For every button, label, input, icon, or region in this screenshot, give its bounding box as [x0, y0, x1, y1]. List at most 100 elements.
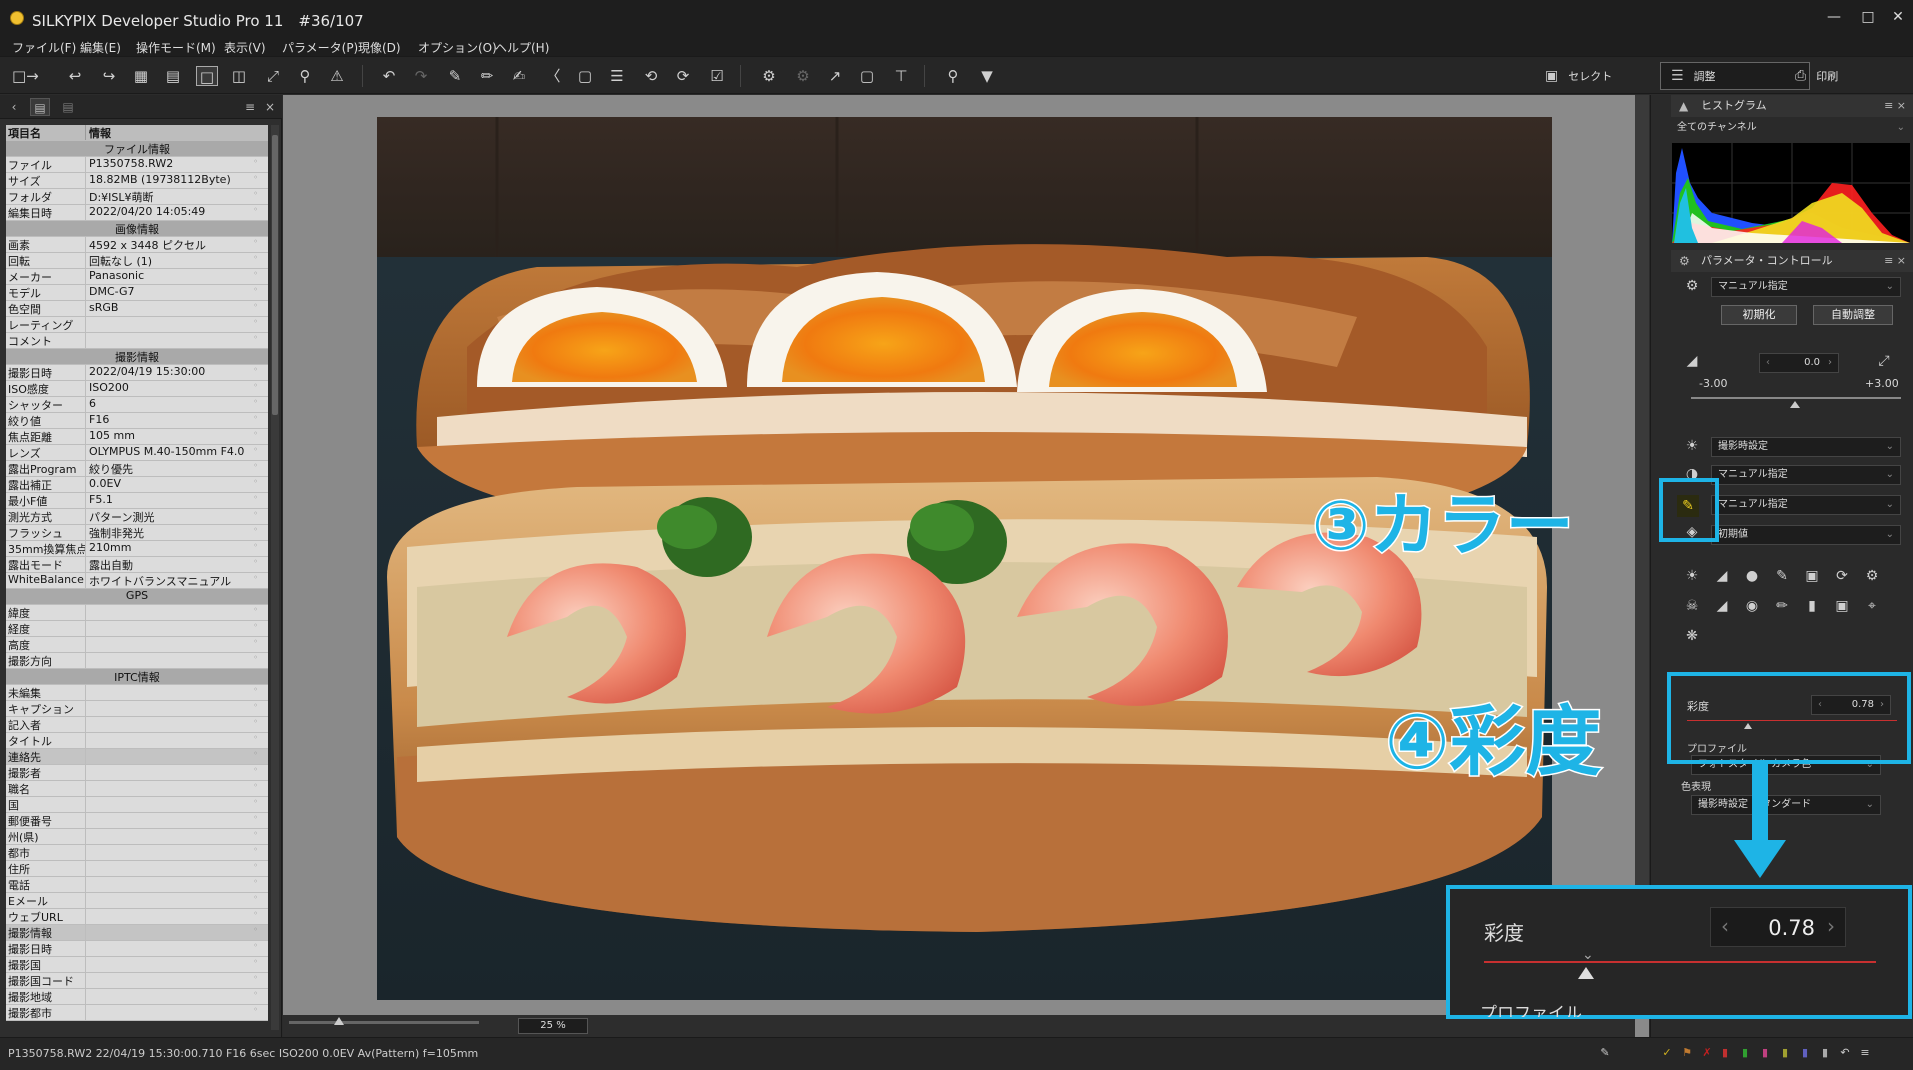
white-balance-icon[interactable]: ☀: [1681, 435, 1703, 457]
panel-menu-icon[interactable]: ≡: [240, 98, 260, 116]
info-table-row[interactable]: 国 ◦: [6, 797, 268, 813]
info-table-row[interactable]: レンズ OLYMPUS M.40-150mm F4.0 ◦: [6, 445, 268, 461]
rotate-left-icon[interactable]: ⟲: [640, 66, 662, 86]
monitor-icon[interactable]: ▢: [856, 66, 878, 86]
filter-icon[interactable]: ▼: [976, 66, 998, 86]
info-table-row[interactable]: メーカー Panasonic ◦: [6, 269, 268, 285]
info-table-row[interactable]: コメント ◦: [6, 333, 268, 349]
eraser-icon[interactable]: 〈: [542, 66, 564, 86]
info-table-row[interactable]: タイトル ◦: [6, 733, 268, 749]
info-table-row[interactable]: 職名 ◦: [6, 781, 268, 797]
menu-develop[interactable]: 現像(D): [358, 39, 401, 56]
edit-field-icon[interactable]: ◦: [253, 637, 258, 646]
tool-spot-icon[interactable]: ▣: [1831, 595, 1853, 617]
info-table-row[interactable]: 緯度 ◦: [6, 605, 268, 621]
edit-field-icon[interactable]: ◦: [253, 413, 258, 422]
edit-field-icon[interactable]: ◦: [253, 621, 258, 630]
batch-develop-icon[interactable]: ⚙: [792, 66, 814, 86]
stamp-icon[interactable]: ⊤: [890, 66, 912, 86]
info-table-row[interactable]: シャッター 6 ◦: [6, 397, 268, 413]
edit-field-icon[interactable]: ◦: [253, 253, 258, 262]
edit-field-icon[interactable]: ◦: [253, 605, 258, 614]
info-table-row[interactable]: 住所 ◦: [6, 861, 268, 877]
viewer-vertical-scrollbar[interactable]: [1635, 95, 1649, 1015]
edit-field-icon[interactable]: ◦: [253, 557, 258, 566]
tool-crop-icon[interactable]: ⌖: [1861, 595, 1883, 617]
edit-field-icon[interactable]: ◦: [253, 525, 258, 534]
preset-select[interactable]: マニュアル指定 ⌄: [1711, 277, 1901, 297]
info-table-row[interactable]: フラッシュ 強制非発光 ◦: [6, 525, 268, 541]
tool-fill-icon[interactable]: ☠: [1681, 595, 1703, 617]
info-table-row[interactable]: 絞り値 F16 ◦: [6, 413, 268, 429]
label-purple-icon[interactable]: ▮: [1798, 1046, 1812, 1060]
redo-icon[interactable]: ↷: [410, 66, 432, 86]
minimize-button[interactable]: —: [1822, 8, 1846, 26]
info-table-row[interactable]: 撮影都市 ◦: [6, 1005, 268, 1021]
label-green-icon[interactable]: ▮: [1738, 1046, 1752, 1060]
info-table-row[interactable]: 撮影国コード ◦: [6, 973, 268, 989]
info-table-row[interactable]: 撮影地域 ◦: [6, 989, 268, 1005]
info-table-row[interactable]: 色空間 sRGB ◦: [6, 301, 268, 317]
info-table-row[interactable]: 撮影者 ◦: [6, 765, 268, 781]
check-icon[interactable]: ☑: [706, 66, 728, 86]
info-table-row[interactable]: 郵便番号 ◦: [6, 813, 268, 829]
info-table-row[interactable]: レーティング ◦: [6, 317, 268, 333]
edit-field-icon[interactable]: ◦: [253, 781, 258, 790]
zoom-slider-knob[interactable]: [334, 1017, 344, 1025]
edit-field-icon[interactable]: ◦: [253, 237, 258, 246]
folder-tab-icon[interactable]: ▤: [58, 98, 78, 116]
info-table-row[interactable]: 経度 ◦: [6, 621, 268, 637]
edit-field-icon[interactable]: ◦: [253, 733, 258, 742]
edit-field-icon[interactable]: ◦: [253, 973, 258, 982]
single-view-icon[interactable]: □: [196, 66, 218, 86]
edit-field-icon[interactable]: ◦: [253, 461, 258, 470]
edit-field-icon[interactable]: ◦: [253, 765, 258, 774]
edit-field-icon[interactable]: ◦: [253, 797, 258, 806]
histogram-header[interactable]: ▲ ヒストグラム ≡ ×: [1671, 95, 1913, 117]
rotate-right-icon[interactable]: ⟳: [672, 66, 694, 86]
search-icon[interactable]: ⚲: [942, 66, 964, 86]
info-tab-icon[interactable]: ▤: [30, 98, 50, 116]
mode-select-button[interactable]: ▣ セレクト: [1535, 62, 1645, 90]
collapse-left-icon[interactable]: ‹: [4, 98, 24, 116]
info-table-row[interactable]: 撮影日時 2022/04/19 15:30:00 ◦: [6, 365, 268, 381]
menu-view[interactable]: 表示(V): [224, 39, 266, 56]
edit-field-icon[interactable]: ◦: [253, 429, 258, 438]
info-table-row[interactable]: 35mm換算焦点 210mm ◦: [6, 541, 268, 557]
info-table-row[interactable]: 焦点距離 105 mm ◦: [6, 429, 268, 445]
paste-icon[interactable]: ✏: [476, 66, 498, 86]
reset-icon[interactable]: ⤢: [1873, 350, 1895, 372]
edit-field-icon[interactable]: ◦: [253, 445, 258, 454]
undo-icon[interactable]: ↶: [378, 66, 400, 86]
tool-brush-icon[interactable]: ✏: [1771, 595, 1793, 617]
info-table-row[interactable]: 都市 ◦: [6, 845, 268, 861]
edit-field-icon[interactable]: ◦: [253, 877, 258, 886]
info-table-row[interactable]: 測光方式 パターン測光 ◦: [6, 509, 268, 525]
histogram-menu-icon[interactable]: ≡ ×: [1884, 95, 1906, 117]
develop-icon[interactable]: ⚙: [758, 66, 780, 86]
edit-field-icon[interactable]: ◦: [253, 269, 258, 278]
info-table-row[interactable]: 撮影方向 ◦: [6, 653, 268, 669]
edit-field-icon[interactable]: ◦: [253, 189, 258, 198]
info-table-row[interactable]: ISO感度 ISO200 ◦: [6, 381, 268, 397]
tool-tone-curve-icon[interactable]: ◢: [1711, 565, 1733, 587]
edit-field-icon[interactable]: ◦: [253, 717, 258, 726]
reject-icon[interactable]: ✗: [1700, 1046, 1714, 1060]
edit-field-icon[interactable]: ◦: [253, 493, 258, 502]
edit-field-icon[interactable]: ◦: [253, 813, 258, 822]
info-table-row[interactable]: 未編集 ◦: [6, 685, 268, 701]
info-table-row[interactable]: 露出Program 絞り優先 ◦: [6, 461, 268, 477]
edit-field-icon[interactable]: ◦: [253, 381, 258, 390]
zoom-level[interactable]: 25 %: [518, 1018, 588, 1034]
info-table-row[interactable]: 最小F値 F5.1 ◦: [6, 493, 268, 509]
next-image-icon[interactable]: ↪: [98, 66, 120, 86]
edit-field-icon[interactable]: ◦: [253, 829, 258, 838]
edit-field-icon[interactable]: ◦: [253, 909, 258, 918]
layers-icon[interactable]: ☰: [606, 66, 628, 86]
edit-field-icon[interactable]: ◦: [253, 701, 258, 710]
edit-field-icon[interactable]: ◦: [253, 301, 258, 310]
info-scrollbar[interactable]: [271, 125, 279, 1030]
info-table-row[interactable]: 高度 ◦: [6, 637, 268, 653]
decrement-icon[interactable]: ‹: [1766, 354, 1770, 372]
preset-gear-icon[interactable]: ⚙: [1681, 275, 1703, 297]
